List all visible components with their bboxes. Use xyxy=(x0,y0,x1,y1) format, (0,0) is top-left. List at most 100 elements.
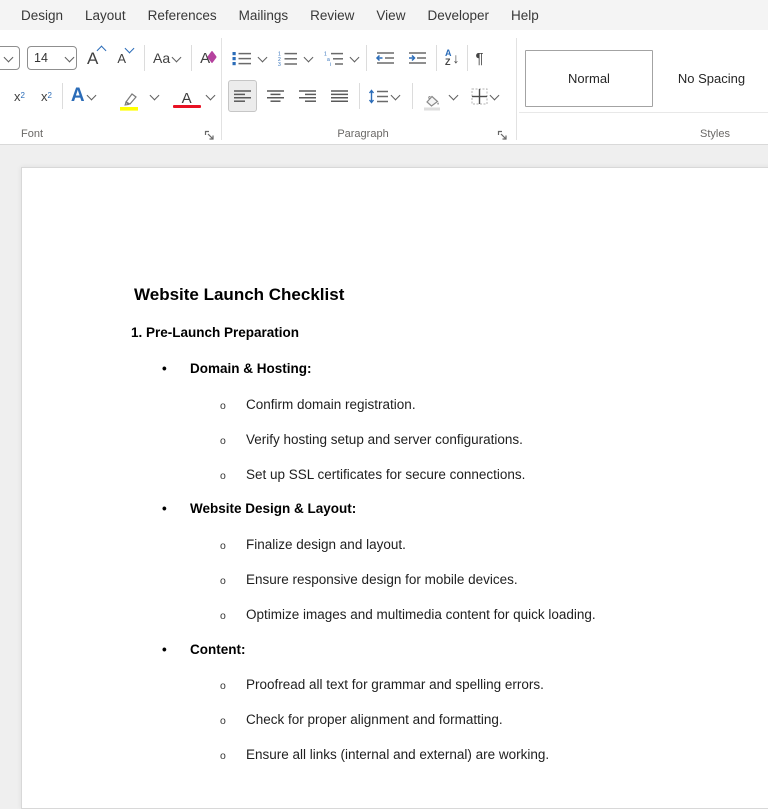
change-case-icon: Aa xyxy=(153,50,171,66)
divider xyxy=(191,45,193,71)
style-normal[interactable]: Normal xyxy=(525,50,653,107)
chevron-down-icon[interactable] xyxy=(303,52,314,62)
grow-font-button[interactable]: A xyxy=(83,43,109,73)
font-dialog-launcher[interactable] xyxy=(203,129,216,142)
svg-text:3: 3 xyxy=(278,62,281,66)
chevron-down-icon xyxy=(64,52,75,62)
subscript-button[interactable]: x2 xyxy=(10,81,29,111)
borders-button[interactable] xyxy=(467,81,505,111)
caret-down-icon xyxy=(124,43,135,54)
show-hide-marks-button[interactable]: ¶ xyxy=(472,43,488,73)
divider xyxy=(436,45,437,71)
svg-text:i: i xyxy=(330,62,331,66)
tab-developer[interactable]: Developer xyxy=(416,0,500,30)
style-no-spacing-label: No Spacing xyxy=(677,71,746,86)
justify-icon xyxy=(331,90,348,102)
paragraph-group-label: Paragraph xyxy=(337,128,389,140)
shading-button[interactable] xyxy=(417,81,447,111)
highlight-color-button[interactable] xyxy=(110,81,148,111)
chevron-down-icon[interactable] xyxy=(257,52,268,62)
divider xyxy=(359,83,360,109)
font-size-combo[interactable]: 14 xyxy=(27,46,77,70)
clear-formatting-button[interactable]: A xyxy=(196,43,220,73)
text-effects-icon: A xyxy=(70,85,85,106)
divider xyxy=(144,45,146,71)
tab-view[interactable]: View xyxy=(365,0,416,30)
shrink-font-button[interactable]: A xyxy=(113,43,137,73)
ribbon-tab-bar: Design Layout References Mailings Review… xyxy=(0,0,768,30)
chevron-down-icon[interactable] xyxy=(349,52,360,62)
justify-button[interactable] xyxy=(326,81,353,111)
divider xyxy=(466,45,468,71)
circle-marker: o xyxy=(220,680,226,692)
font-name-combo[interactable] xyxy=(0,46,20,70)
list-item: o Verify hosting setup and server configu… xyxy=(220,432,523,447)
paragraph-dialog-launcher[interactable] xyxy=(496,129,509,142)
list-item: o Ensure all links (internal and external… xyxy=(220,747,550,762)
document-page[interactable]: Website Launch Checklist 1. Pre-Launch P… xyxy=(21,167,768,809)
change-case-button[interactable]: Aa xyxy=(149,43,187,73)
decrease-indent-button[interactable] xyxy=(371,43,400,73)
highlighter-icon xyxy=(119,93,138,111)
divider xyxy=(366,45,367,71)
chevron-down-icon xyxy=(390,90,401,100)
shrink-font-icon: A xyxy=(117,50,127,66)
tab-help[interactable]: Help xyxy=(500,0,550,30)
borders-icon xyxy=(471,88,488,104)
line-spacing-button[interactable] xyxy=(364,81,406,111)
list-item: o Set up SSL certificates for secure conn… xyxy=(220,467,526,482)
align-left-button[interactable] xyxy=(228,80,257,112)
bullet-marker: • xyxy=(162,361,167,376)
list-item: o Check for proper alignment and formatti… xyxy=(220,712,503,727)
font-color-icon: A xyxy=(181,90,192,107)
circle-marker: o xyxy=(220,400,226,412)
increase-indent-button[interactable] xyxy=(403,43,432,73)
sort-button[interactable]: A Z ↓ xyxy=(441,43,464,73)
font-color-bar xyxy=(172,104,201,108)
bullet-list-button[interactable] xyxy=(228,43,256,73)
tab-mailings[interactable]: Mailings xyxy=(228,0,300,30)
chevron-down-icon xyxy=(3,52,14,62)
superscript-button[interactable]: x2 xyxy=(37,81,56,111)
list-item: o Proofread all text for grammar and spel… xyxy=(220,677,544,692)
multilevel-list-icon: 1 a i xyxy=(324,51,343,66)
bullet-list-icon xyxy=(232,51,251,65)
bullet-marker: • xyxy=(162,501,167,516)
grow-font-icon: A xyxy=(87,48,99,68)
style-normal-label: Normal xyxy=(568,71,610,86)
chevron-down-icon xyxy=(489,90,500,100)
style-no-spacing[interactable]: No Spacing xyxy=(655,50,768,107)
document-canvas: Website Launch Checklist 1. Pre-Launch P… xyxy=(0,146,768,809)
chevron-down-icon[interactable] xyxy=(205,90,216,100)
divider xyxy=(61,83,63,109)
bullet-marker: • xyxy=(162,642,167,657)
increase-indent-icon xyxy=(409,52,426,64)
chevron-down-icon[interactable] xyxy=(149,90,160,100)
align-left-icon xyxy=(234,90,251,102)
list-item: • Domain & Hosting: xyxy=(162,361,312,376)
list-item: • Website Design & Layout: xyxy=(162,501,357,516)
align-center-button[interactable] xyxy=(262,81,289,111)
doc-title: Website Launch Checklist xyxy=(134,285,345,304)
chevron-down-icon[interactable] xyxy=(448,90,459,100)
sort-icon: A Z ↓ xyxy=(445,48,460,67)
tab-layout[interactable]: Layout xyxy=(74,0,137,30)
group-divider xyxy=(221,38,222,140)
circle-marker: o xyxy=(220,435,226,447)
multilevel-list-button[interactable]: 1 a i xyxy=(320,43,348,73)
circle-marker: o xyxy=(220,470,226,482)
tab-references[interactable]: References xyxy=(137,0,228,30)
pilcrow-icon: ¶ xyxy=(475,49,484,67)
numbered-list-button[interactable]: 1 2 3 xyxy=(274,43,302,73)
circle-marker: o xyxy=(220,540,226,552)
font-color-button[interactable]: A xyxy=(170,81,204,111)
list-item: • Content: xyxy=(162,642,246,657)
align-right-button[interactable] xyxy=(294,81,321,111)
tab-review[interactable]: Review xyxy=(299,0,365,30)
divider xyxy=(412,83,413,109)
text-effects-button[interactable]: A xyxy=(67,81,102,111)
word-window: Design Layout References Mailings Review… xyxy=(0,0,768,809)
chevron-down-icon xyxy=(171,52,182,62)
font-size-value: 14 xyxy=(34,51,48,65)
tab-design[interactable]: Design xyxy=(10,0,74,30)
